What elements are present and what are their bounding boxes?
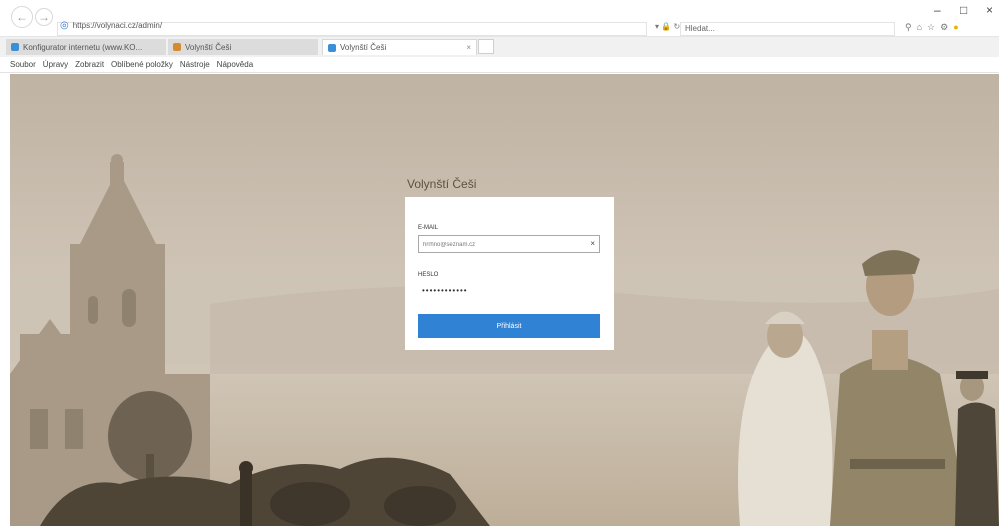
favorites-star-icon[interactable]: ☆ [927,22,935,33]
menu-zobrazit[interactable]: Zobrazit [75,60,104,69]
clear-field-icon[interactable]: × [590,239,595,248]
arrow-right-icon: → [38,10,50,24]
address-tools[interactable]: ▾ 🔒 ↻ [655,22,680,31]
site-title: Volynští Češi [407,177,477,191]
smiley-icon[interactable]: ● [953,22,958,33]
login-button[interactable]: Přihlásit [418,314,600,338]
login-card: E-MAIL × HESLO Přihlásit [405,197,614,350]
site-favicon-icon [11,43,19,51]
tab-konfigurator[interactable]: Konfigurator internetu (www.KO... [6,39,166,55]
dropdown-arrow-icon: ▾ [655,22,660,31]
site-favicon-icon [173,43,181,51]
menu-upravy[interactable]: Úpravy [43,60,68,69]
close-window-icon[interactable]: × [986,3,993,17]
email-label: E-MAIL [418,225,439,231]
search-input[interactable]: Hledat... [680,22,895,36]
lock-icon: 🔒 [661,22,672,31]
new-tab-button[interactable] [478,39,494,54]
search-icon[interactable]: ⚲ [905,22,912,33]
tab-bar: Konfigurator internetu (www.KO... Volynš… [0,36,999,57]
tab-volynsti-1[interactable]: Volynští Češi [168,39,318,55]
page-background: Volynští Češi E-MAIL × HESLO Přihlásit [10,74,999,526]
maximize-icon[interactable]: □ [960,3,967,17]
password-label: HESLO [418,272,439,278]
home-icon[interactable]: ⌂ [917,22,922,33]
email-field[interactable]: × [418,235,600,253]
email-input[interactable] [423,239,581,250]
menu-bar: Soubor Úpravy Zobrazit Oblíbené položky … [0,57,999,73]
password-input[interactable] [422,285,580,296]
menu-oblibene[interactable]: Oblíbené položky [111,60,173,69]
site-favicon-icon [328,43,336,52]
site-globe-icon: ◎ [60,20,69,31]
settings-gear-icon[interactable]: ⚙ [940,22,948,33]
browser-address-bar: ← → ◎ https://volynaci.cz/admin/ ▾ 🔒 ↻ H… [0,0,999,36]
url-text: https://volynaci.cz/admin/ [72,21,163,30]
menu-nastroje[interactable]: Nástroje [180,60,210,69]
password-field[interactable] [418,282,600,300]
menu-soubor[interactable]: Soubor [10,60,36,69]
forward-button[interactable]: → [35,8,53,26]
close-tab-icon[interactable]: × [466,43,471,52]
tab-volynsti-active[interactable]: Volynští Češi × [322,39,477,55]
menu-napoveda[interactable]: Nápověda [217,60,253,69]
arrow-left-icon: ← [16,10,28,24]
back-button[interactable]: ← [11,6,33,28]
minimize-icon[interactable]: – [934,3,941,17]
